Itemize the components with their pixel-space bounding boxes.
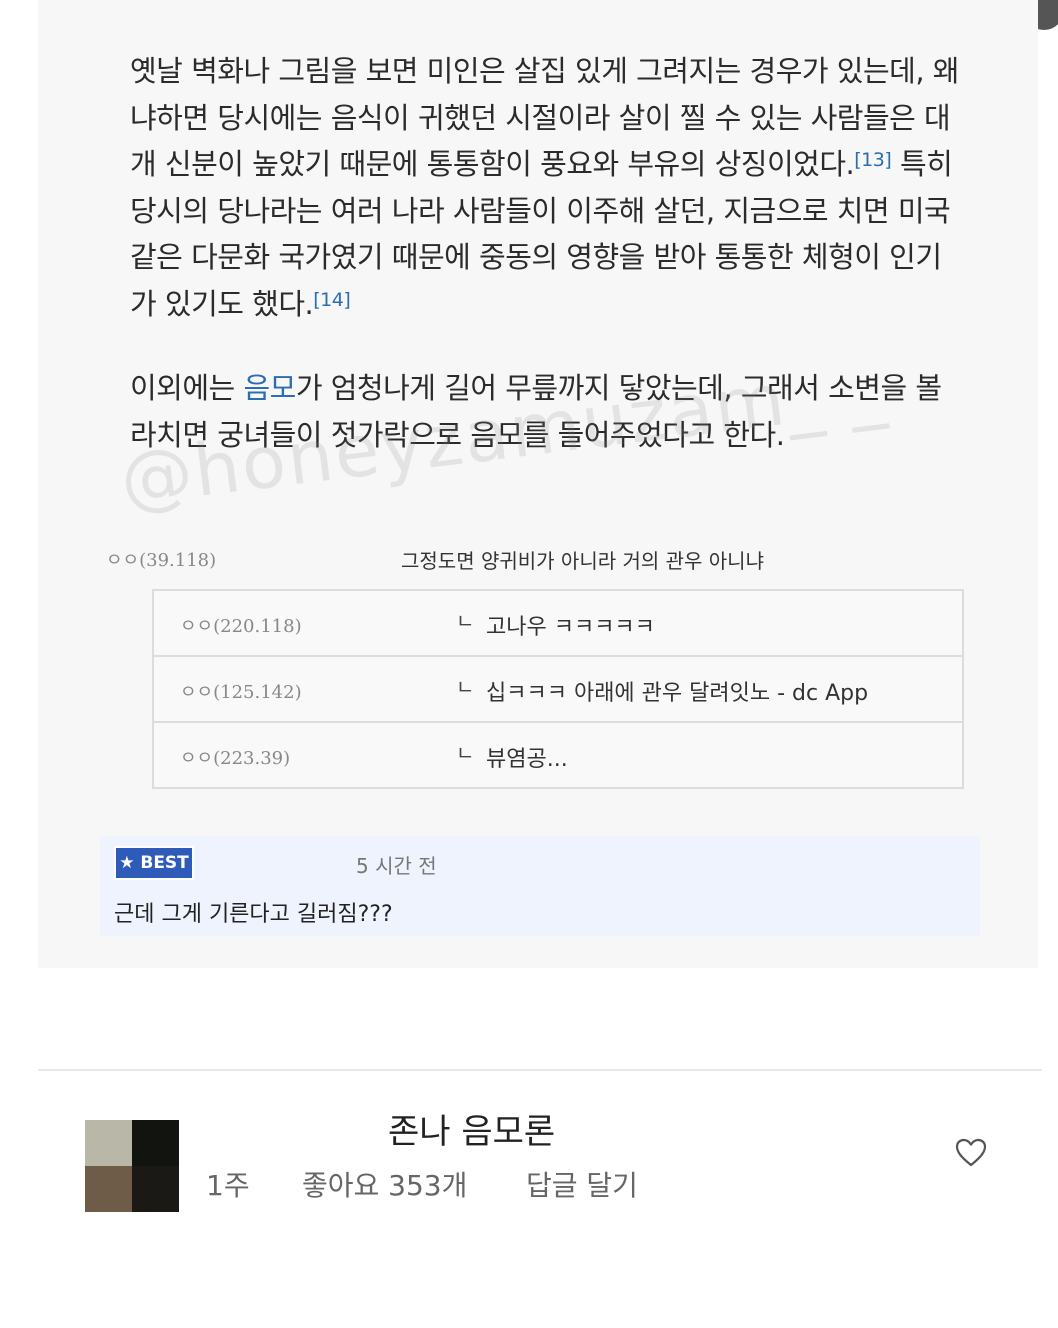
heart-icon[interactable]: [955, 1137, 987, 1169]
dc-parent-comment: ㅇㅇ(39.118) 그정도면 양귀비가 아니라 거의 관우 아니냐: [106, 540, 966, 578]
article-paragraph-1: 옛날 벽화나 그림을 보면 미인은 살집 있게 그려지는 경우가 있는데, 왜냐…: [130, 54, 959, 321]
commenter-ip: ㅇㅇ(220.118): [180, 616, 302, 637]
embedded-screenshot: 옛날 벽화나 그림을 보면 미인은 살집 있게 그려지는 경우가 있는데, 왜냐…: [38, 0, 1038, 968]
reference-14[interactable]: [14]: [313, 289, 351, 311]
comment-text: 존나 음모론: [388, 1112, 556, 1152]
reply-arrow-icon: ㄴ: [456, 741, 475, 765]
dc-reply: ㅇㅇ(125.142) ㄴ 십ㅋㅋㅋ 아래에 관우 달려잇노 - dc App: [154, 657, 962, 723]
avatar-pixel: [132, 1166, 179, 1212]
avatar-pixel: [85, 1166, 132, 1212]
reply-text: 뷰염공...: [486, 747, 568, 772]
reply-arrow-icon: ㄴ: [456, 675, 475, 699]
divider: [38, 1069, 1042, 1071]
reply-text: 고나우 ㅋㅋㅋㅋㅋ: [486, 615, 655, 640]
dc-reply-list: ㅇㅇ(220.118) ㄴ 고나우 ㅋㅋㅋㅋㅋ ㅇㅇ(125.142) ㄴ 십ㅋ…: [152, 589, 964, 789]
commenter-ip: ㅇㅇ(125.142): [180, 682, 302, 703]
dc-reply: ㅇㅇ(220.118) ㄴ 고나우 ㅋㅋㅋㅋㅋ: [154, 591, 962, 657]
comment-timestamp: 5 시간 전: [356, 854, 437, 878]
avatar[interactable]: [85, 1120, 179, 1212]
comment-age: 1주: [206, 1169, 250, 1202]
avatar-pixel: [85, 1120, 132, 1166]
like-count[interactable]: 좋아요 353개: [302, 1164, 467, 1204]
best-badge: ★ BEST: [114, 846, 194, 880]
wiki-link[interactable]: 음모: [243, 371, 296, 405]
reply-text: 십ㅋㅋㅋ 아래에 관우 달려잇노 - dc App: [486, 681, 869, 706]
avatar-pixel: [132, 1120, 179, 1166]
reply-button[interactable]: 답글 달기: [526, 1164, 638, 1204]
comment-text: 그정도면 양귀비가 아니라 거의 관우 아니냐: [401, 549, 764, 573]
reply-arrow-icon: ㄴ: [456, 609, 475, 633]
best-comment-text: 근데 그게 기른다고 길러짐???: [114, 902, 393, 927]
commenter-ip: ㅇㅇ(39.118): [106, 550, 217, 571]
reference-13[interactable]: [13]: [854, 149, 892, 171]
best-comment: ★ BEST 5 시간 전 근데 그게 기른다고 길러짐???: [100, 836, 980, 936]
commenter-ip: ㅇㅇ(223.39): [180, 748, 291, 769]
dc-reply: ㅇㅇ(223.39) ㄴ 뷰염공...: [154, 723, 962, 787]
